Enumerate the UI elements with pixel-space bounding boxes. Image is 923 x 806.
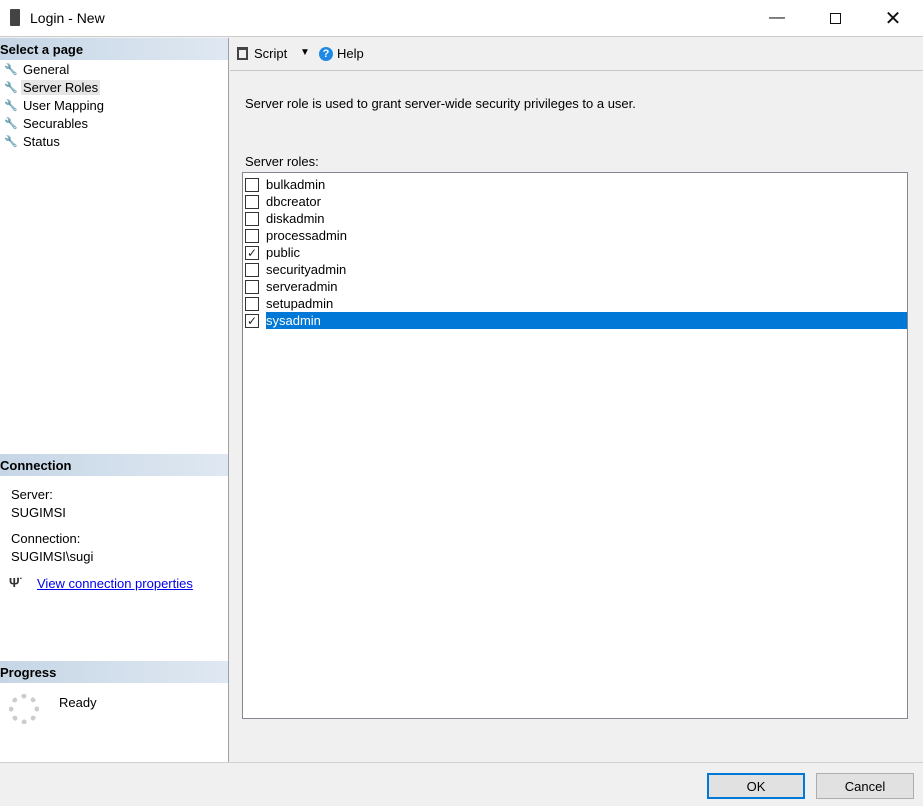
wrench-icon: 🔧 [4, 81, 18, 94]
wrench-icon: 🔧 [4, 117, 18, 130]
script-dropdown-arrow-icon[interactable]: ▼ [300, 47, 310, 58]
connection-header: Connection [0, 454, 228, 476]
sidebar-item-label: Securables [23, 115, 89, 131]
role-checkbox[interactable] [245, 194, 259, 209]
server-roles-label: Server roles: [245, 154, 319, 169]
minimize-button[interactable]: — [748, 0, 806, 36]
sidebar-item-server-roles[interactable]: 🔧 Server Roles [4, 78, 101, 96]
wrench-icon: 🔧 [4, 99, 18, 112]
connection-value: SUGIMSI\sugi [11, 549, 94, 564]
sidebar-item-user-mapping[interactable]: 🔧 User Mapping [4, 96, 106, 114]
role-checkbox[interactable] [245, 177, 259, 192]
wrench-icon: 🔧 [4, 63, 18, 76]
help-icon: ? [319, 46, 333, 61]
script-button[interactable]: Script [237, 46, 287, 61]
help-button[interactable]: ? Help [319, 46, 364, 61]
sidebar-item-label: General [23, 61, 70, 77]
role-name: serveradmin [266, 279, 338, 294]
role-checkbox[interactable] [245, 228, 259, 243]
role-row-setupadmin[interactable]: setupadmin [245, 295, 907, 312]
server-label: Server: [11, 487, 53, 502]
sidebar-item-label: User Mapping [23, 97, 104, 113]
role-name: bulkadmin [266, 177, 326, 192]
progress-status: Ready [59, 695, 97, 710]
sidebar: Select a page 🔧 General 🔧 Server Roles 🔧 User… [0, 38, 229, 762]
role-row-bulkadmin[interactable]: bulkadmin [245, 176, 907, 193]
server-roles-list[interactable]: bulkadmin dbcreator diskadmin processadmin ✓… [242, 172, 908, 719]
script-label: Script [254, 46, 288, 61]
app-icon [10, 9, 20, 26]
role-row-dbcreator[interactable]: dbcreator [245, 193, 907, 210]
sidebar-item-status[interactable]: 🔧 Status [4, 132, 62, 150]
role-name: public [266, 245, 300, 260]
role-checkbox[interactable]: ✓ [245, 313, 259, 328]
role-name: dbcreator [266, 194, 321, 209]
title-bar: Login - New — ✕ [0, 0, 923, 37]
progress-header: Progress [0, 661, 228, 683]
help-label: Help [337, 46, 364, 61]
close-button[interactable]: ✕ [864, 0, 922, 36]
connection-label: Connection: [11, 531, 81, 546]
cancel-button[interactable]: Cancel [816, 773, 914, 799]
server-value: SUGIMSI [11, 505, 66, 520]
role-checkbox[interactable] [245, 211, 259, 226]
window-title: Login - New [30, 10, 105, 26]
sidebar-item-securables[interactable]: 🔧 Securables [4, 114, 90, 132]
role-checkbox[interactable]: ✓ [245, 245, 259, 260]
role-checkbox[interactable] [245, 296, 259, 311]
sidebar-item-label: Status [23, 133, 60, 149]
role-name: diskadmin [266, 211, 325, 226]
view-connection-properties-link[interactable]: View connection properties [37, 576, 193, 591]
role-checkbox[interactable] [245, 262, 259, 277]
role-name: securityadmin [266, 262, 347, 277]
role-row-securityadmin[interactable]: securityadmin [245, 261, 907, 278]
role-name: processadmin [266, 228, 347, 243]
plug-icon: Ψ̈ [9, 575, 20, 590]
role-row-serveradmin[interactable]: serveradmin [245, 278, 907, 295]
role-row-diskadmin[interactable]: diskadmin [245, 210, 907, 227]
role-row-public[interactable]: ✓ public [245, 244, 907, 261]
script-icon [237, 47, 248, 60]
role-name: sysadmin [266, 312, 907, 329]
maximize-button[interactable] [806, 0, 864, 36]
description: Server role is used to grant server-wide… [245, 96, 636, 111]
role-row-processadmin[interactable]: processadmin [245, 227, 907, 244]
ok-button[interactable]: OK [707, 773, 805, 799]
wrench-icon: 🔧 [4, 135, 18, 148]
toolbar: Script ▼ ? Help [230, 38, 923, 71]
sidebar-item-label: Server Roles [21, 79, 101, 95]
role-row-sysadmin[interactable]: ✓ sysadmin [245, 312, 907, 329]
footer-divider [0, 762, 923, 763]
select-page-header: Select a page [0, 38, 228, 60]
progress-spinner-icon [9, 694, 39, 724]
role-name: setupadmin [266, 296, 334, 311]
role-checkbox[interactable] [245, 279, 259, 294]
sidebar-item-general[interactable]: 🔧 General [4, 60, 71, 78]
